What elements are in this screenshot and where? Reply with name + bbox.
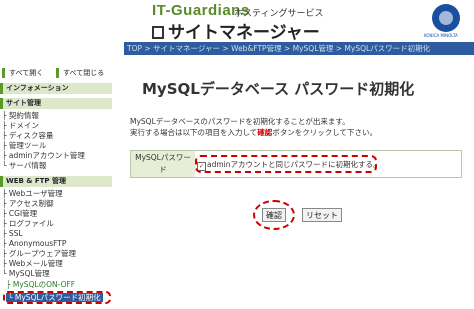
app-title-text: サイトマネージャー: [168, 23, 320, 43]
form-label-line-2: ド: [159, 165, 167, 174]
konica-minolta-logo-icon: [432, 4, 460, 32]
sidebar-item-domain[interactable]: ├ ドメイン: [2, 121, 39, 130]
sidebar-item-anonftp[interactable]: ├ AnonymousFTP: [2, 239, 66, 248]
description-line-2: 実行する場合は以下の項目を入力して確認ボタンをクリックして下さい。: [130, 127, 377, 138]
header: IT-Guardians ホスティングサービス サイトマネージャー KONICA…: [0, 0, 474, 43]
sidebar-item-contract[interactable]: ├ 契約情報: [2, 111, 39, 120]
sidebar-item-access[interactable]: ├ アクセス制御: [2, 199, 54, 208]
sidebar-item-cgi[interactable]: ├ CGI管理: [2, 209, 37, 218]
sidebar-item-tools[interactable]: ├ 管理ツール: [2, 141, 46, 150]
description-post: ボタンをクリックして下さい。: [272, 128, 378, 137]
description-pre: 実行する場合は以下の項目を入力して: [130, 128, 258, 137]
sidebar-item-mysql[interactable]: └ MySQL管理: [2, 269, 50, 278]
sidebar-highlight: [3, 291, 111, 304]
sidebar-section-webftp[interactable]: WEB & FTP 管理: [0, 176, 112, 187]
sidebar-item-groupware[interactable]: ├ グループウェア管理: [2, 249, 76, 258]
collapse-all-button[interactable]: すべて閉じる: [56, 68, 108, 78]
sidebar-item-disk[interactable]: ├ ディスク容量: [2, 131, 53, 140]
sidebar: すべて開く すべて閉じる インフォメーション サイト管理 ├ 契約情報 ├ ドメ…: [0, 55, 118, 309]
reset-button[interactable]: リセット: [302, 208, 342, 222]
expand-all-button[interactable]: すべて開く: [2, 68, 47, 78]
checkbox-highlight: [195, 155, 377, 173]
sidebar-item-webmail[interactable]: ├ Webメール管理: [2, 259, 63, 268]
sidebar-item-webuser[interactable]: ├ Webユーザ管理: [2, 189, 63, 198]
description-line-1: MySQLデータベースのパスワードを初期化することが出来ます。: [130, 117, 350, 126]
app-title: サイトマネージャー: [152, 18, 320, 43]
sidebar-item-mysql-onoff[interactable]: ├ MySQLのON-OFF: [6, 280, 75, 289]
description: MySQLデータベースのパスワードを初期化することが出来ます。 実行する場合は以…: [130, 116, 377, 138]
description-bold: 確認: [257, 128, 273, 137]
breadcrumb[interactable]: TOP > サイトマネージャー > Web&FTP管理 > MySQL管理 > …: [127, 43, 430, 54]
sidebar-item-server[interactable]: └ サーバ情報: [2, 161, 46, 170]
sidebar-item-admin[interactable]: ├ adminアカウント管理: [2, 151, 85, 160]
sidebar-item-ssl[interactable]: ├ SSL: [2, 229, 23, 238]
sidebar-section-info[interactable]: インフォメーション: [0, 83, 112, 94]
page-title: MySQLデータベース パスワード初期化: [142, 80, 415, 98]
sidebar-section-site[interactable]: サイト管理: [0, 98, 112, 109]
app-mark-icon: [152, 26, 164, 39]
form-label-line-1: MySQLパスワー: [135, 153, 191, 162]
konica-logo-text: KONICA MINOLTA: [424, 33, 458, 38]
form-label-mysql-password: MySQLパスワー ド: [131, 151, 195, 177]
sidebar-item-log[interactable]: ├ ログファイル: [2, 219, 54, 228]
confirm-highlight: [253, 200, 295, 230]
